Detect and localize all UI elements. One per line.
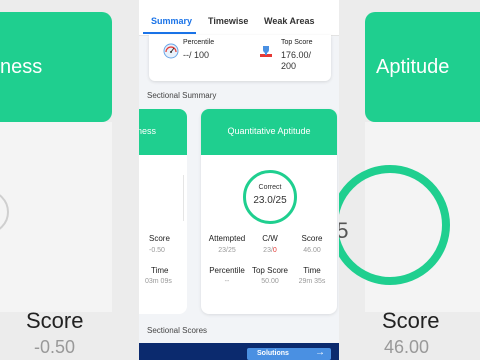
card-divider [183, 175, 184, 221]
tab-bar: Summary Timewise Weak Areas [139, 0, 339, 36]
solutions-button[interactable]: Solutions → [247, 347, 331, 360]
ring-label: Correct [258, 184, 282, 191]
section-card-quantitative-aptitude[interactable]: Quantitative Aptitude Correct 23.0/25 At… [201, 109, 337, 314]
score-label: Score [301, 234, 323, 243]
background-right-score-label: Score [382, 308, 440, 333]
top-score-value-line2: 200 [281, 61, 297, 71]
percentile-label-section: Percentile [209, 266, 245, 275]
background-left-card-body [0, 122, 112, 312]
previous-score-label: Score [149, 234, 170, 243]
cw-wrong: 0 [272, 247, 277, 254]
top-score-value-line1: 176.00/ [281, 50, 312, 60]
section-card-header: Quantitative Aptitude [201, 109, 337, 155]
percentile-value: --/ 100 [183, 50, 210, 60]
attempted-value: 23/25 [218, 247, 236, 254]
background-left-score-label: Score [26, 308, 84, 333]
overview-card: Percentile --/ 100 Top Score 176.00/ 200 [149, 35, 331, 81]
ring-value: 23.0/25 [253, 195, 287, 206]
previous-section-title: ness [139, 126, 157, 136]
top-score-label-section: Top Score [251, 266, 289, 275]
percentile-value-section: -- [224, 278, 230, 285]
solutions-button-label: Solutions [257, 350, 289, 357]
tab-weak-areas[interactable]: Weak Areas [264, 16, 315, 26]
cw-value: 23/0 [247, 247, 293, 254]
tab-summary[interactable]: Summary [151, 16, 192, 26]
time-value: 29m 35s [298, 278, 326, 285]
top-score-label: Top Score [281, 39, 313, 46]
time-label: Time [303, 266, 321, 275]
previous-time-label: Time [151, 266, 169, 275]
previous-score-value: -0.50 [149, 247, 165, 254]
previous-section-card-header: ness [139, 109, 187, 155]
background-right-title: Aptitude [376, 56, 450, 78]
background-left-score-value: -0.50 [34, 337, 76, 357]
sectional-scores-title: Sectional Scores [147, 326, 208, 335]
cw-label: C/W [262, 234, 278, 243]
top-score-value-section: 50.00 [261, 278, 279, 285]
score-value: 46.00 [303, 247, 321, 254]
active-tab-indicator [143, 32, 196, 34]
previous-section-card[interactable]: ness Score -0.50 Time 03m 09s [139, 109, 187, 314]
cw-correct: 23/ [263, 247, 273, 254]
section-title: Quantitative Aptitude [227, 126, 311, 136]
percentile-label: Percentile [183, 39, 215, 46]
tab-timewise[interactable]: Timewise [208, 16, 248, 26]
gauge-icon [163, 43, 179, 59]
trophy-icon [260, 46, 272, 57]
background-right-score-value: 46.00 [384, 337, 430, 357]
arrow-right-icon: → [315, 347, 325, 358]
previous-time-value: 03m 09s [145, 278, 172, 285]
attempted-label: Attempted [208, 234, 246, 243]
phone-screen: Summary Timewise Weak Areas Percentile -… [139, 0, 339, 360]
background-left-title: ness [0, 56, 43, 78]
sectional-summary-title: Sectional Summary [147, 91, 217, 100]
